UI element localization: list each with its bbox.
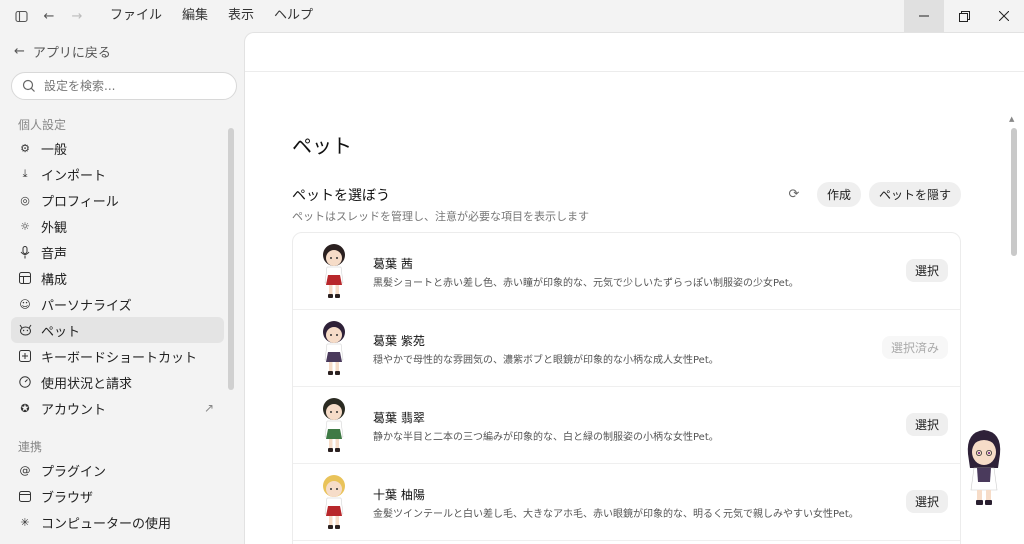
sidebar-item-general[interactable]: ⚙ 一般 xyxy=(11,135,224,161)
grid-icon xyxy=(18,271,32,285)
pet-row: 葛葉 茜 黒髪ショートと赤い差し色、赤い瞳が印象的な、元気で少しいたずらっぽい制… xyxy=(293,233,960,310)
menu-file[interactable]: ファイル xyxy=(100,0,172,32)
external-link-icon: ↗ xyxy=(203,401,214,415)
at-icon: @ xyxy=(19,463,31,477)
minimize-button[interactable] xyxy=(904,0,944,32)
sidebar-item-voice[interactable]: 音声 xyxy=(11,239,224,265)
sparkle-icon: ✳ xyxy=(20,515,30,529)
pet-icon xyxy=(18,323,32,337)
nav-personal: ⚙ 一般 ⤓ インポート ◎ プロフィール ☼ 外観 音声 構成 ☺ パーソナライズ ペッ… xyxy=(11,135,224,421)
refresh-icon[interactable]: ⟳ xyxy=(785,186,803,204)
settings-search[interactable] xyxy=(11,72,237,100)
microphone-icon xyxy=(18,245,32,259)
menu-help[interactable]: ヘルプ xyxy=(264,0,323,32)
pet-row: 葛葉 紫苑 穏やかで母性的な雰囲気の、濃紫ボブと眼鏡が印象的な小柄な成人女性Pe… xyxy=(293,310,960,387)
pet-name: 葛葉 茜 xyxy=(373,257,413,271)
sidebar-item-profile[interactable]: ◎ プロフィール xyxy=(11,187,224,213)
sidebar-item-computer-use[interactable]: ✳ コンピューターの使用 xyxy=(11,509,224,535)
title-bar: ← → ファイル 編集 表示 ヘルプ xyxy=(0,0,1024,32)
sidebar: ← アプリに戻る 個人設定 ⚙一般 ⤓インポート ◎プロフィール ☼外観 音声 … xyxy=(0,32,244,544)
gauge-icon xyxy=(18,375,32,389)
pet-row: 十葉 柚陽 金髪ツインテールと白い差し毛、大きなアホ毛、赤い眼鏡が印象的な、明る… xyxy=(293,464,960,541)
sidebar-scrollbar[interactable] xyxy=(228,128,234,390)
back-arrow-icon[interactable]: ← xyxy=(38,5,60,27)
pet-select-button[interactable]: 選択 xyxy=(905,490,948,513)
pet-description: 静かな半目と二本の三つ編みが印象的な、白と緑の制服姿の小柄な女性Pet。 xyxy=(373,432,719,443)
header-divider xyxy=(245,71,1024,72)
floating-pet-avatar[interactable] xyxy=(962,424,1006,508)
pet-avatar xyxy=(323,475,345,529)
sidebar-item-import[interactable]: ⤓ インポート xyxy=(11,161,224,187)
sun-icon: ☼ xyxy=(20,219,30,233)
page-title: ペット xyxy=(292,134,352,158)
pet-actions: ⟳ 作成 ペットを隠す xyxy=(785,182,961,207)
pet-name: 十葉 柚陽 xyxy=(373,488,425,502)
search-icon xyxy=(22,79,35,92)
pet-description: 金髪ツインテールと白い差し毛、大きなアホ毛、赤い眼鏡が印象的な、明るく元気で親し… xyxy=(373,509,859,520)
pet-select-button[interactable]: 選択 xyxy=(905,259,948,282)
user-circle-icon: ◎ xyxy=(20,193,30,207)
browser-icon xyxy=(18,489,32,503)
sidebar-item-config[interactable]: 構成 xyxy=(11,265,224,291)
pet-list: 葛葉 茜 黒髪ショートと赤い差し色、赤い瞳が印象的な、元気で少しいたずらっぽい制… xyxy=(292,232,961,544)
sidebar-item-account[interactable]: ✪ アカウント ↗ xyxy=(11,395,224,421)
close-button[interactable] xyxy=(984,0,1024,32)
section-label-integrations: 連携 xyxy=(18,440,43,454)
pet-avatar xyxy=(323,398,345,452)
sidebar-item-personalize[interactable]: ☺ パーソナライズ xyxy=(11,291,224,317)
keyboard-icon xyxy=(18,349,32,363)
pet-selected-button: 選択済み xyxy=(881,336,948,359)
pet-description: 黒髪ショートと赤い差し色、赤い瞳が印象的な、元気で少しいたずらっぽい制服姿の少女… xyxy=(373,278,799,289)
account-icon: ✪ xyxy=(20,401,30,415)
menu-view[interactable]: 表示 xyxy=(218,0,264,32)
sidebar-item-usage[interactable]: 使用状況と請求 xyxy=(11,369,224,395)
sidebar-item-pet[interactable]: ペット xyxy=(11,317,224,343)
sidebar-item-plugins[interactable]: @ プラグイン xyxy=(11,457,224,483)
section-subtitle: ペットはスレッドを管理し、注意が必要な項目を表示します xyxy=(292,210,589,223)
section-title: ペットを選ぼう xyxy=(292,188,390,204)
back-to-app-link[interactable]: ← アプリに戻る xyxy=(14,42,111,61)
arrow-left-icon: ← xyxy=(14,44,25,59)
main-scrollbar[interactable] xyxy=(1011,128,1017,256)
section-label-personal: 個人設定 xyxy=(18,118,67,132)
sidebar-item-appearance[interactable]: ☼ 外観 xyxy=(11,213,224,239)
pet-avatar xyxy=(323,321,345,375)
pet-name: 葛葉 翡翠 xyxy=(373,411,425,425)
scroll-up-icon[interactable]: ▲ xyxy=(1009,115,1014,123)
hide-pet-button[interactable]: ペットを隠す xyxy=(868,182,961,207)
pet-select-button[interactable]: 選択 xyxy=(905,413,948,436)
sidebar-toggle-icon[interactable] xyxy=(10,5,32,27)
download-icon: ⤓ xyxy=(22,167,28,180)
main-panel: ペット ペットを選ぼう ペットはスレッドを管理し、注意が必要な項目を表示します … xyxy=(244,32,1024,544)
gear-icon: ⚙ xyxy=(20,141,30,155)
sidebar-item-browser[interactable]: ブラウザ xyxy=(11,483,224,509)
sidebar-item-shortcuts[interactable]: キーボードショートカット xyxy=(11,343,224,369)
pet-name: 葛葉 紫苑 xyxy=(373,334,425,348)
search-input[interactable] xyxy=(44,79,214,93)
create-pet-button[interactable]: 作成 xyxy=(816,182,861,207)
pet-description: 穏やかで母性的な雰囲気の、濃紫ボブと眼鏡が印象的な小柄な成人女性Pet。 xyxy=(373,355,719,366)
back-to-app-label: アプリに戻る xyxy=(32,46,111,61)
smile-icon: ☺ xyxy=(19,297,31,311)
menu-edit[interactable]: 編集 xyxy=(172,0,218,32)
pet-avatar xyxy=(323,244,345,298)
pet-row: 葛葉 翡翠 静かな半目と二本の三つ編みが印象的な、白と緑の制服姿の小柄な女性Pe… xyxy=(293,387,960,464)
nav-integrations: @ プラグイン ブラウザ ✳ コンピューターの使用 xyxy=(11,457,224,535)
restore-button[interactable] xyxy=(944,0,984,32)
forward-arrow-icon[interactable]: → xyxy=(66,5,88,27)
